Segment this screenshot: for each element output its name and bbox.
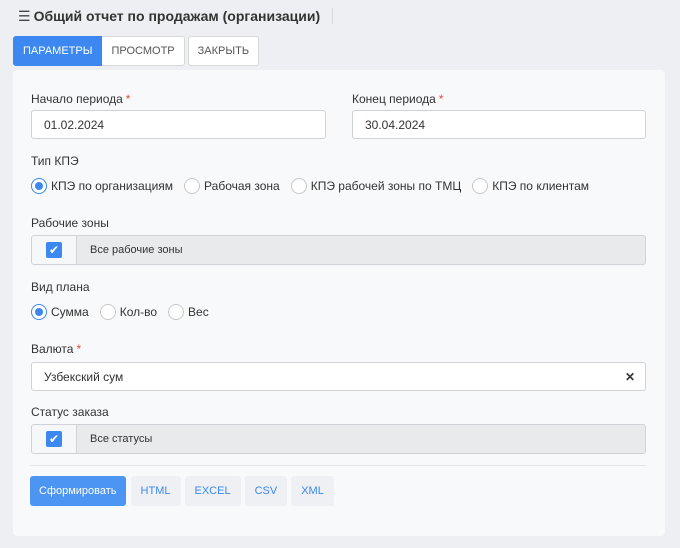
radio-label: Рабочая зона: [204, 179, 280, 193]
radio-label: Кол-во: [119, 305, 158, 319]
currency-select[interactable]: Узбекский сум ✕: [31, 362, 646, 391]
export-html-button[interactable]: HTML: [130, 476, 181, 506]
checkmark-icon: ✔: [46, 431, 62, 447]
radio-weight[interactable]: Вес: [168, 304, 209, 320]
plan-type-radio-group: Сумма Кол-во Вес: [31, 303, 220, 321]
period-end-label-text: Конец периода: [352, 92, 436, 106]
radio-kpe-organizations[interactable]: КПЭ по организациям: [31, 178, 173, 194]
tab-preview[interactable]: ПРОСМОТР: [102, 36, 185, 66]
kpe-type-label: Тип КПЭ: [31, 154, 79, 168]
period-start-input[interactable]: 01.02.2024: [31, 110, 326, 139]
radio-kpe-clients[interactable]: КПЭ по клиентам: [472, 178, 589, 194]
radio-button[interactable]: [168, 304, 185, 320]
action-bar: Сформировать HTML EXCEL CSV XML: [30, 476, 338, 506]
period-end-label: Конец периода *: [352, 92, 443, 106]
hamburger-icon[interactable]: ☰: [18, 8, 31, 25]
radio-label: КПЭ по организациям: [51, 179, 174, 193]
order-status-value: Все статусы: [90, 433, 153, 445]
export-excel-button[interactable]: EXCEL: [184, 476, 241, 506]
work-zones-checkbox[interactable]: ✔: [32, 236, 77, 264]
period-end-value: 30.04.2024: [365, 117, 426, 132]
radio-sum[interactable]: Сумма: [31, 304, 89, 320]
order-status-label: Статус заказа: [31, 405, 109, 419]
tab-bar: ПАРАМЕТРЫ ПРОСМОТР ЗАКРЫТЬ: [13, 36, 260, 66]
radio-button[interactable]: [99, 304, 116, 320]
order-status-checkbox[interactable]: ✔: [32, 425, 77, 453]
radio-button[interactable]: [472, 178, 489, 194]
required-marker: *: [125, 92, 131, 106]
clear-icon[interactable]: ✕: [625, 370, 635, 384]
plan-type-label: Вид плана: [31, 280, 90, 294]
kpe-type-radio-group: КПЭ по организациям Рабочая зона КПЭ раб…: [31, 177, 600, 195]
radio-label: КПЭ по клиентам: [492, 179, 589, 193]
page-title: Общий отчет по продажам (организации): [33, 8, 321, 24]
export-xml-button[interactable]: XML: [291, 476, 334, 506]
radio-button[interactable]: [31, 178, 47, 194]
required-marker: *: [76, 342, 82, 356]
radio-work-zone-tmc[interactable]: КПЭ рабочей зоны по ТМЦ: [290, 178, 462, 194]
radio-button[interactable]: [31, 304, 47, 320]
page-header: ☰ Общий отчет по продажам (организации): [18, 6, 334, 26]
radio-quantity[interactable]: Кол-во: [99, 304, 158, 320]
tab-parameters[interactable]: ПАРАМЕТРЫ: [13, 36, 103, 66]
required-marker: *: [438, 92, 444, 106]
radio-button[interactable]: [184, 178, 201, 194]
radio-label: Вес: [188, 305, 209, 319]
currency-label-text: Валюта: [31, 342, 74, 356]
checkmark-icon: ✔: [46, 242, 62, 258]
work-zones-value: Все рабочие зоны: [90, 244, 183, 256]
export-csv-button[interactable]: CSV: [244, 476, 288, 506]
header-divider: [332, 8, 334, 24]
radio-label: КПЭ рабочей зоны по ТМЦ: [310, 179, 462, 193]
generate-button[interactable]: Сформировать: [30, 476, 126, 506]
work-zones-label: Рабочие зоны: [31, 216, 109, 230]
period-start-value: 01.02.2024: [44, 117, 105, 132]
currency-value: Узбекский сум: [44, 369, 124, 384]
currency-label: Валюта *: [31, 342, 81, 356]
period-start-label: Начало периода *: [31, 92, 130, 106]
radio-label: Сумма: [51, 305, 89, 319]
parameters-panel: Начало периода * 01.02.2024 Конец периода…: [13, 70, 665, 536]
radio-work-zone[interactable]: Рабочая зона: [184, 178, 280, 194]
work-zones-field: ✔ Все рабочие зоны: [31, 235, 646, 265]
divider: [30, 465, 646, 466]
period-end-input[interactable]: 30.04.2024: [352, 110, 646, 139]
period-start-label-text: Начало периода: [31, 92, 123, 106]
radio-button[interactable]: [290, 178, 307, 194]
tab-close[interactable]: ЗАКРЫТЬ: [187, 36, 260, 66]
order-status-field: ✔ Все статусы: [31, 424, 646, 454]
